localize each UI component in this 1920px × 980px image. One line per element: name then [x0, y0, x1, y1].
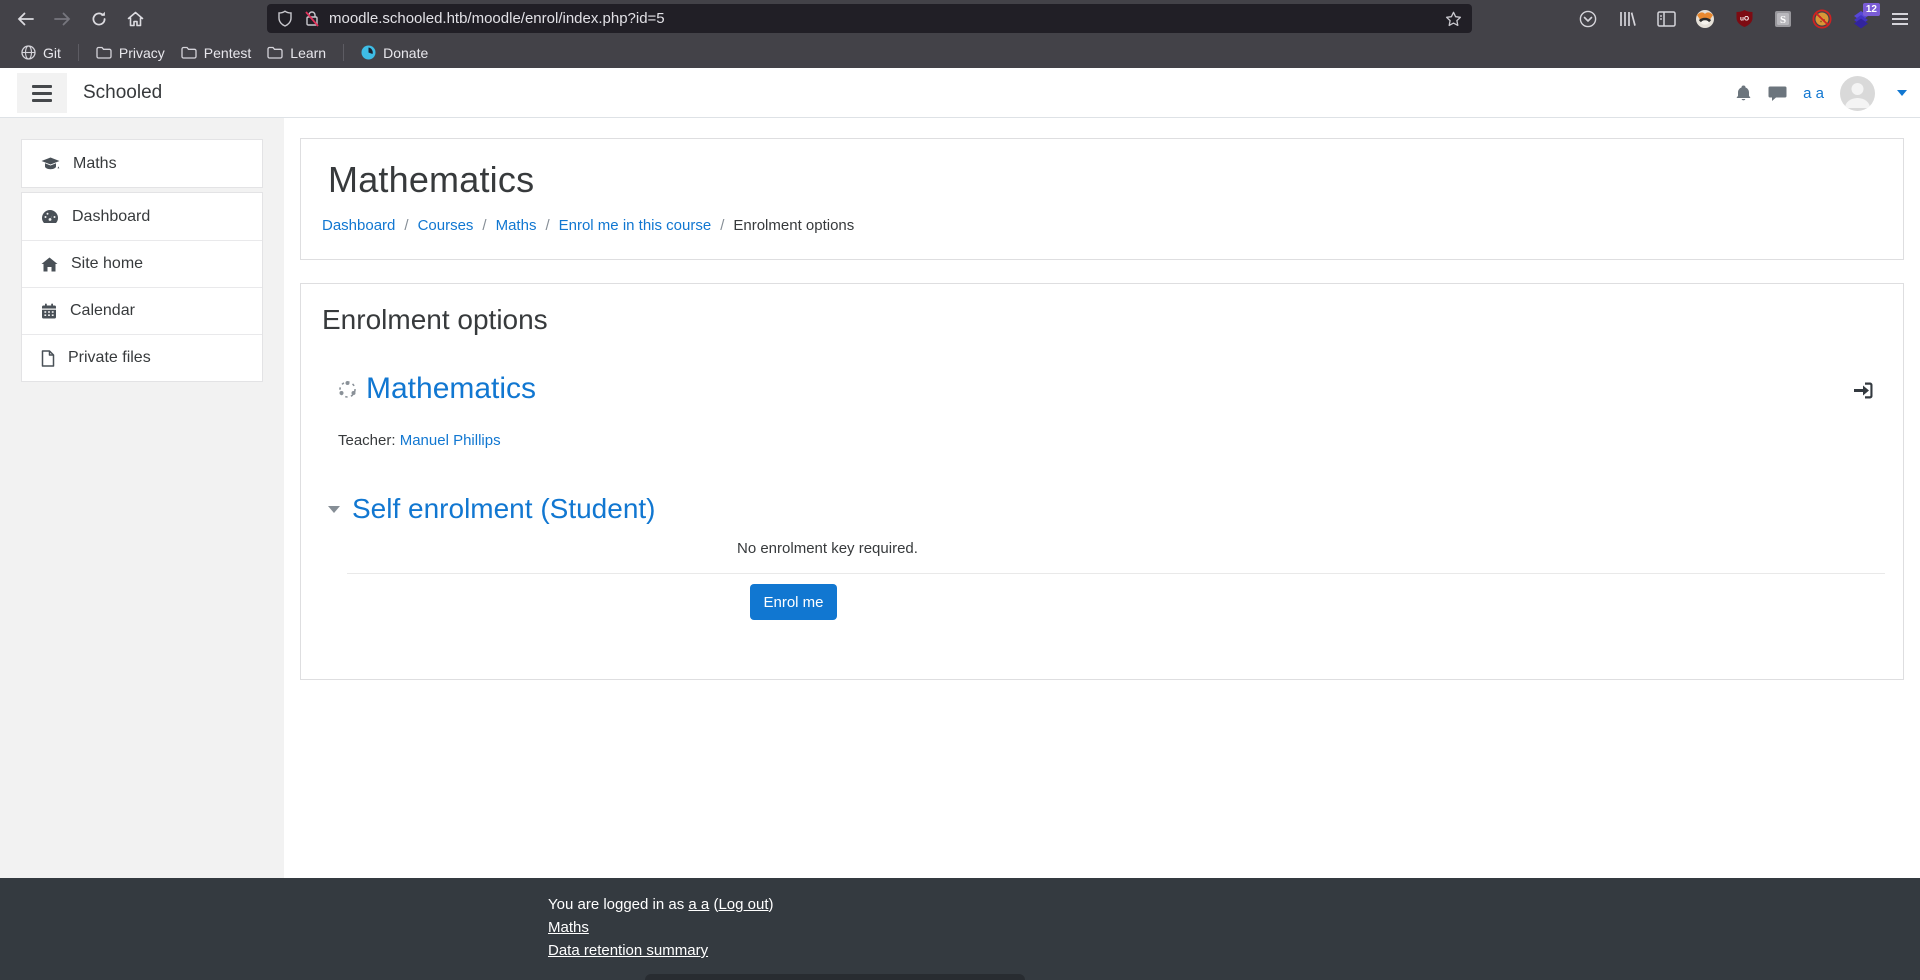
library-icon[interactable] — [1617, 9, 1637, 29]
user-menu-caret-icon[interactable] — [1897, 90, 1907, 96]
ublock-origin-icon[interactable]: uO — [1734, 9, 1754, 29]
logout-link[interactable]: Log out — [718, 896, 768, 913]
back-button[interactable] — [12, 6, 38, 32]
sidebar-item-site-home[interactable]: Site home — [22, 240, 262, 287]
breadcrumb-current: Enrolment options — [733, 217, 855, 234]
course-row: Mathematics — [338, 372, 1883, 406]
bookmarks-separator — [343, 44, 345, 61]
teacher-link[interactable]: Manuel Phillips — [400, 432, 501, 449]
self-enrolment-section: Self enrolment (Student) — [328, 493, 1883, 525]
page-header-card: Mathematics Dashboard / Courses / Maths … — [300, 138, 1904, 260]
insecure-lock-icon[interactable] — [305, 10, 319, 27]
bookmark-folder-learn[interactable]: Learn — [259, 42, 334, 64]
breadcrumb-enrol-me[interactable]: Enrol me in this course — [559, 217, 712, 234]
footer-user-link[interactable]: a a — [688, 896, 709, 913]
svg-text:S: S — [1780, 14, 1786, 26]
enrolment-options-heading: Enrolment options — [322, 304, 548, 335]
bookmark-git[interactable]: Git — [13, 42, 69, 64]
browser-toolbar: moodle.schooled.htb/moodle/enrol/index.p… — [0, 0, 1920, 37]
calendar-icon — [42, 303, 56, 319]
site-header: Schooled a a — [0, 68, 1920, 118]
collapse-caret-icon[interactable] — [328, 505, 340, 513]
site-brand[interactable]: Schooled — [83, 82, 162, 104]
folder-icon — [96, 46, 112, 59]
file-icon — [41, 349, 55, 367]
breadcrumb: Dashboard / Courses / Maths / Enrol me i… — [322, 217, 855, 234]
data-retention-link[interactable]: Data retention summary — [548, 942, 708, 959]
wappalyzer-icon[interactable]: 12 — [1851, 2, 1880, 29]
breadcrumb-courses[interactable]: Courses — [418, 217, 474, 234]
nav-drawer-toggle[interactable] — [17, 73, 67, 113]
home-button[interactable] — [122, 6, 148, 32]
footer: You are logged in as a a (Log out) Maths… — [0, 878, 1920, 980]
sidebar-item-maths[interactable]: Maths — [22, 140, 262, 187]
nav-drawer: Maths Dashboard Site home Calendar Priva… — [0, 118, 284, 878]
svg-text:uO: uO — [1739, 16, 1748, 23]
folder-icon — [267, 46, 283, 59]
notifications-bell-icon[interactable] — [1735, 84, 1752, 102]
course-icon — [339, 380, 356, 398]
messages-icon[interactable] — [1768, 85, 1787, 102]
bottom-popup — [645, 974, 1025, 980]
sidebar-item-private-files[interactable]: Private files — [22, 334, 262, 381]
page-title: Mathematics — [328, 159, 535, 200]
avatar[interactable] — [1840, 75, 1875, 111]
enrolment-options-card: Enrolment options Mathematics Teacher: M… — [300, 283, 1904, 680]
form-divider — [347, 573, 1885, 574]
browser-chrome: moodle.schooled.htb/moodle/enrol/index.p… — [0, 0, 1920, 68]
graduation-cap-icon — [41, 157, 60, 169]
user-name-link[interactable]: a a — [1803, 85, 1824, 102]
logged-in-line: You are logged in as a a (Log out) — [548, 896, 774, 913]
folder-icon — [181, 46, 197, 59]
teacher-line: Teacher: Manuel Phillips — [338, 432, 501, 449]
globe-icon — [21, 45, 36, 60]
foxyproxy-icon[interactable] — [1695, 9, 1715, 29]
home-icon — [41, 257, 58, 271]
sidebar-item-calendar[interactable]: Calendar — [22, 287, 262, 334]
url-bar[interactable]: moodle.schooled.htb/moodle/enrol/index.p… — [267, 4, 1472, 33]
forward-button[interactable] — [49, 6, 75, 32]
cookie-blocker-icon[interactable] — [1812, 8, 1832, 29]
url-text[interactable]: moodle.schooled.htb/moodle/enrol/index.p… — [329, 10, 1445, 27]
tech-count-badge: 12 — [1862, 2, 1880, 16]
bookmark-star-icon[interactable] — [1445, 11, 1462, 27]
bookmark-folder-pentest[interactable]: Pentest — [173, 42, 259, 64]
sign-in-icon — [1853, 381, 1875, 400]
pocket-icon[interactable] — [1578, 9, 1598, 29]
donate-icon — [361, 45, 376, 60]
tracking-shield-icon[interactable] — [277, 10, 293, 27]
bookmarks-separator — [77, 44, 79, 61]
reload-button[interactable] — [86, 6, 112, 32]
enrol-me-button[interactable]: Enrol me — [750, 584, 837, 620]
sidebar-item-dashboard[interactable]: Dashboard — [22, 193, 262, 240]
footer-course-link[interactable]: Maths — [548, 919, 589, 936]
bookmark-folder-privacy[interactable]: Privacy — [88, 42, 173, 64]
sidebar-toggle-icon[interactable] — [1656, 9, 1676, 29]
breadcrumb-dashboard[interactable]: Dashboard — [322, 217, 395, 234]
course-name-link[interactable]: Mathematics — [366, 372, 536, 406]
dashboard-gauge-icon — [42, 210, 58, 223]
bookmarks-bar: Git Privacy Pentest Learn Donate — [0, 37, 1920, 68]
no-key-text: No enrolment key required. — [737, 540, 918, 557]
main-content: Mathematics Dashboard / Courses / Maths … — [284, 118, 1920, 878]
self-enrolment-heading[interactable]: Self enrolment (Student) — [352, 493, 656, 525]
breadcrumb-maths[interactable]: Maths — [496, 217, 537, 234]
bookmark-donate[interactable]: Donate — [353, 42, 436, 64]
s-extension-icon[interactable]: S — [1773, 9, 1793, 29]
menu-icon[interactable] — [1890, 9, 1910, 29]
